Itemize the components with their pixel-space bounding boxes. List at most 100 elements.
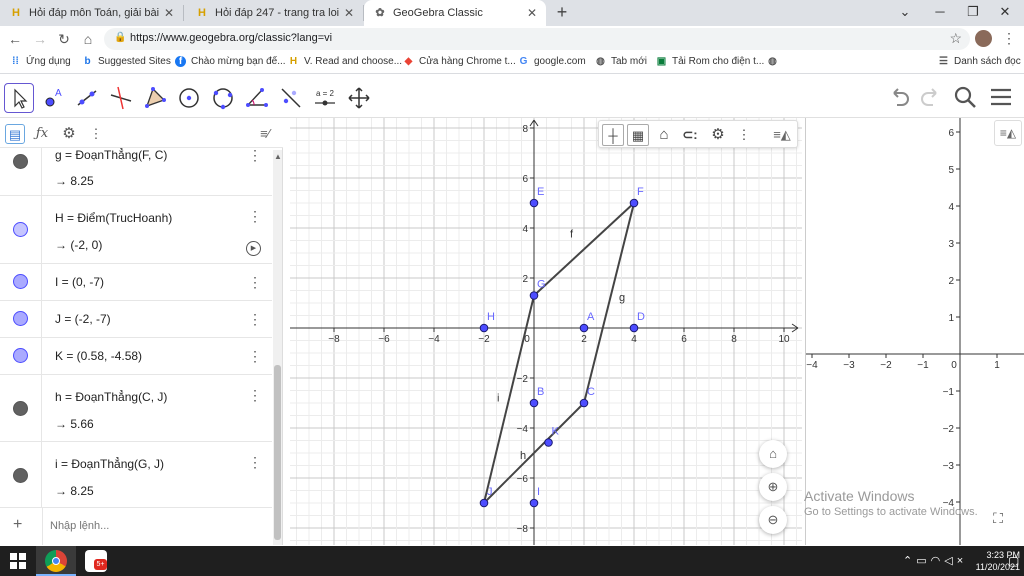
point-capture-icon[interactable]: ⊂: bbox=[679, 124, 701, 146]
algebra-input[interactable] bbox=[50, 517, 250, 535]
volume-icon[interactable]: ◁× bbox=[944, 555, 967, 567]
visibility-dot[interactable] bbox=[13, 154, 28, 169]
algebra-input-row[interactable]: + bbox=[0, 508, 272, 545]
bookmark-read-choose[interactable]: H V. Read and choose... bbox=[288, 56, 402, 67]
polygon-tool-button[interactable] bbox=[140, 83, 170, 113]
point-A[interactable] bbox=[579, 323, 589, 333]
tab-hoidap-247[interactable]: H Hỏi đáp 247 - trang tra loi ✕ bbox=[186, 5, 364, 21]
point-K[interactable] bbox=[544, 438, 553, 447]
item-menu-icon[interactable]: ⋮ bbox=[248, 349, 262, 363]
minimize-button[interactable]: ─ bbox=[925, 2, 955, 22]
windows-start-icon[interactable] bbox=[10, 553, 26, 569]
close-icon[interactable]: ✕ bbox=[524, 6, 540, 20]
item-menu-icon[interactable]: ⋮ bbox=[248, 455, 262, 469]
algebra-item-J[interactable]: J = (-2, -7) ⋮ bbox=[0, 301, 272, 338]
bookmark-globe[interactable]: ◍ bbox=[767, 56, 783, 67]
gear-icon[interactable]: ⚙ bbox=[59, 124, 79, 144]
gear-icon[interactable]: ⚙ bbox=[707, 124, 729, 146]
visibility-dot[interactable] bbox=[13, 222, 28, 237]
search-button[interactable] bbox=[952, 84, 978, 110]
item-menu-icon[interactable]: ⋮ bbox=[248, 148, 262, 162]
bookmark-rom[interactable]: ▣ Tải Rom cho điện t... bbox=[656, 56, 765, 67]
perpendicular-tool-button[interactable] bbox=[106, 83, 136, 113]
more-icon[interactable]: ⋮ bbox=[86, 124, 106, 144]
bookmark-suggested-sites[interactable]: b Suggested Sites bbox=[82, 56, 170, 67]
point-D[interactable] bbox=[629, 323, 639, 333]
tab-search-icon[interactable]: ⌄ bbox=[890, 2, 920, 22]
profile-avatar[interactable] bbox=[975, 30, 992, 47]
algebra-item-i[interactable]: i = ĐoạnThẳng(G, J) → 8.25 ⋮ bbox=[0, 442, 272, 508]
visibility-dot[interactable] bbox=[13, 274, 28, 289]
forward-button[interactable]: → bbox=[31, 30, 49, 48]
chevron-up-icon[interactable]: ⌃ bbox=[903, 555, 916, 567]
play-animation-icon[interactable]: ▶ bbox=[246, 241, 261, 256]
fullscreen-icon[interactable]: ⛶ bbox=[988, 510, 1008, 530]
point-B[interactable] bbox=[529, 398, 539, 408]
item-menu-icon[interactable]: ⋮ bbox=[248, 275, 262, 289]
visibility-dot[interactable] bbox=[13, 311, 28, 326]
visibility-dot[interactable] bbox=[13, 468, 28, 483]
move-graphics-tool-button[interactable] bbox=[344, 83, 374, 113]
circle-tool-button[interactable] bbox=[174, 83, 204, 113]
wifi-icon[interactable]: ◠ bbox=[931, 555, 945, 567]
tab-hoidap-toan[interactable]: H Hỏi đáp môn Toán, giải bài tập c ✕ bbox=[0, 5, 184, 21]
move-tool-button[interactable] bbox=[4, 83, 34, 113]
function-icon[interactable]: ƒx bbox=[32, 124, 52, 144]
back-button[interactable]: ← bbox=[6, 30, 24, 48]
algebra-item-g[interactable]: g = ĐoạnThẳng(F, C) → 8.25 ⋮ bbox=[0, 148, 272, 196]
close-window-button[interactable]: ✕ bbox=[990, 2, 1020, 22]
graphics-view-2[interactable]: −4 −3 −2 −1 0 1 6 5 4 3 2 1 −1 −2 −3 −4 ≡◭ bbox=[805, 118, 1024, 545]
address-bar[interactable]: 🔒 https://www.geogebra.org/classic?lang=… bbox=[104, 28, 970, 50]
point-H[interactable] bbox=[479, 323, 489, 333]
system-tray[interactable]: ⌃▭◠◁× bbox=[903, 554, 967, 567]
redo-button[interactable] bbox=[916, 84, 942, 110]
line-tool-button[interactable] bbox=[72, 83, 102, 113]
point-tool-button[interactable]: A bbox=[38, 83, 68, 113]
reading-list[interactable]: ☰ Danh sách đọc bbox=[938, 56, 1021, 67]
algebra-item-K[interactable]: K = (0.58, -4.58) ⋮ bbox=[0, 338, 272, 375]
conic-tool-button[interactable] bbox=[208, 83, 238, 113]
slider-tool-button[interactable]: a = 2 bbox=[310, 83, 340, 113]
reload-button[interactable]: ↻ bbox=[55, 30, 73, 48]
bookmark-google[interactable]: Ggoogle.com bbox=[518, 56, 586, 67]
item-menu-icon[interactable]: ⋮ bbox=[248, 312, 262, 326]
zoom-out-button[interactable]: ⊖ bbox=[759, 506, 787, 534]
visibility-dot[interactable] bbox=[13, 348, 28, 363]
add-icon[interactable]: + bbox=[13, 516, 22, 534]
notification-icon[interactable]: ▢ bbox=[1008, 554, 1019, 568]
point-I[interactable] bbox=[529, 498, 539, 508]
angle-tool-button[interactable] bbox=[242, 83, 272, 113]
main-menu-button[interactable] bbox=[988, 84, 1014, 110]
item-menu-icon[interactable]: ⋮ bbox=[248, 388, 262, 402]
point-G[interactable] bbox=[529, 291, 539, 300]
visibility-dot[interactable] bbox=[13, 401, 28, 416]
chrome-menu-icon[interactable]: ⋮ bbox=[1002, 30, 1016, 47]
point-J[interactable] bbox=[479, 498, 489, 508]
bookmark-facebook[interactable]: f Chào mừng bạn đế... bbox=[175, 56, 286, 67]
close-icon[interactable]: ✕ bbox=[341, 6, 357, 20]
taskbar-app-item[interactable]: 5+ bbox=[80, 546, 112, 576]
grid-toggle-icon[interactable]: ▦ bbox=[627, 124, 649, 146]
axes-toggle-icon[interactable]: ┼ bbox=[602, 124, 624, 146]
point-F[interactable] bbox=[629, 198, 639, 208]
style-bar-toggle-icon[interactable]: ≡∕ bbox=[252, 124, 278, 144]
bookmark-apps[interactable]: ⁞⁞ Ứng dụng bbox=[10, 56, 71, 67]
graphics-2-canvas[interactable]: −4 −3 −2 −1 0 1654321−1−2−3−4 bbox=[806, 118, 1024, 545]
algebra-item-h[interactable]: h = ĐoạnThẳng(C, J) → 5.66 ⋮ bbox=[0, 375, 272, 442]
scroll-up-icon[interactable]: ▲ bbox=[274, 152, 282, 161]
zoom-in-button[interactable]: ⊕ bbox=[759, 473, 787, 501]
style-bar-toggle-icon[interactable]: ≡◭ bbox=[994, 120, 1022, 146]
new-tab-button[interactable]: + bbox=[552, 3, 572, 23]
home-icon[interactable]: ⌂ bbox=[653, 124, 675, 146]
bookmark-star-icon[interactable]: ☆ bbox=[949, 30, 962, 47]
home-button[interactable]: ⌂ bbox=[79, 30, 97, 48]
algebra-item-I[interactable]: I = (0, -7) ⋮ bbox=[0, 264, 272, 301]
graphics-canvas[interactable]: −8 −6 −4 −2 0 2 4 6 8 108642−2−4−6−8fghiE FGH A DB CK… bbox=[290, 118, 802, 545]
style-bar-toggle-icon[interactable]: ≡◭ bbox=[769, 124, 795, 146]
undo-button[interactable] bbox=[888, 84, 914, 110]
battery-icon[interactable]: ▭ bbox=[916, 555, 930, 567]
algebra-item-H[interactable]: H = Điểm(TrucHoanh) → (-2, 0) ⋮ ▶ bbox=[0, 196, 272, 264]
taskbar-chrome-item[interactable] bbox=[36, 546, 76, 576]
standard-view-button[interactable]: ⌂ bbox=[759, 440, 787, 468]
point-C[interactable] bbox=[579, 398, 589, 408]
